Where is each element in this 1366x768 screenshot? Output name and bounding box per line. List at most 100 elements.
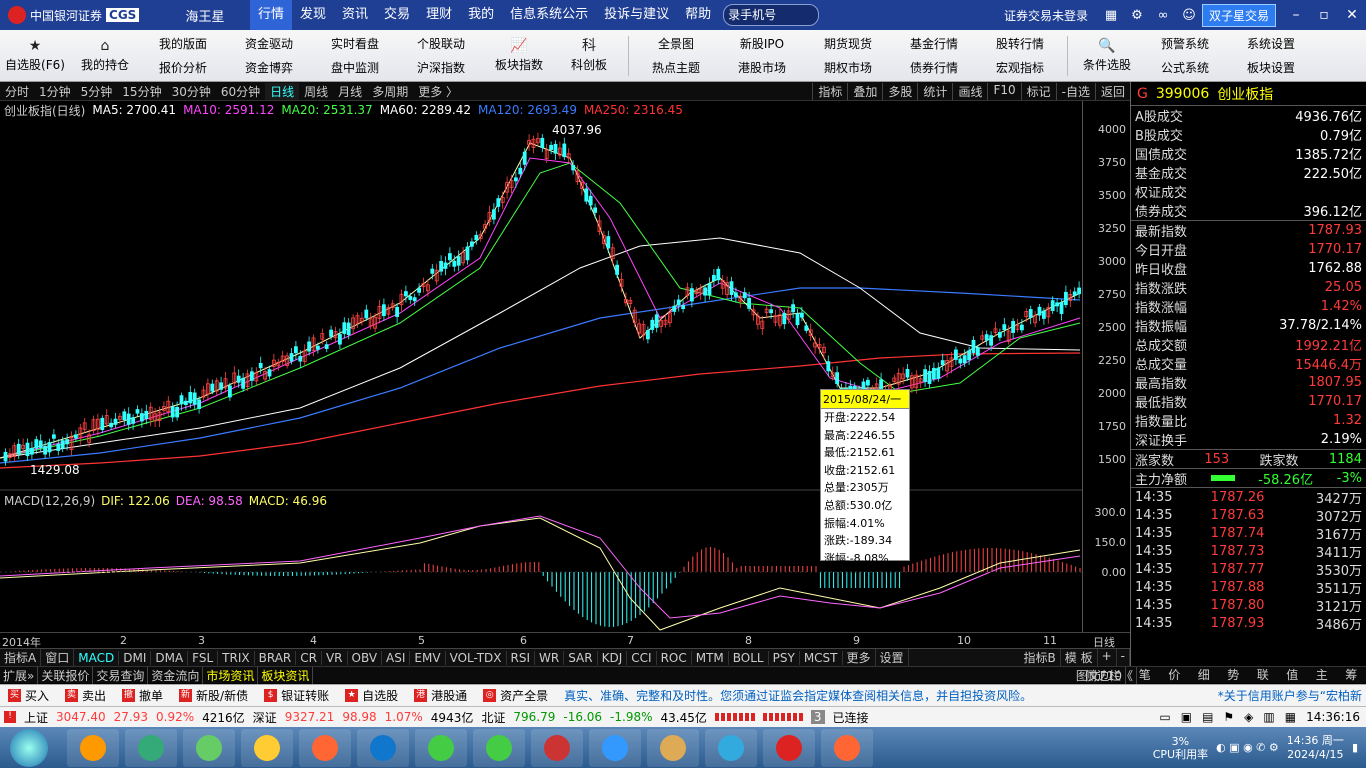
live-watch-link[interactable]: 实时看盘 bbox=[331, 35, 379, 52]
ext-expand[interactable]: 扩展» bbox=[0, 666, 39, 684]
taskbar-app[interactable] bbox=[357, 728, 409, 767]
ext-related-quote[interactable]: 关联报价 bbox=[38, 666, 94, 684]
taskbar-app[interactable] bbox=[531, 728, 583, 767]
gear-icon[interactable]: ⚙ bbox=[1124, 8, 1150, 23]
indicator-tab[interactable]: MCST bbox=[800, 650, 843, 665]
ipo-link[interactable]: 新股IPO bbox=[740, 35, 784, 52]
tool-back[interactable]: 返回 bbox=[1094, 82, 1130, 100]
flag-icon[interactable]: ⚑ bbox=[1223, 710, 1234, 724]
indicator-tab[interactable]: BRAR bbox=[255, 650, 297, 665]
indicator-tab[interactable]: RSI bbox=[507, 650, 536, 665]
start-icon[interactable] bbox=[10, 728, 48, 767]
system-settings-link[interactable]: 系统设置 bbox=[1247, 35, 1295, 52]
tool-overlay[interactable]: 叠加 bbox=[847, 82, 882, 100]
taskbar-app[interactable] bbox=[241, 728, 293, 767]
maximize-icon[interactable]: ▫ bbox=[1310, 7, 1338, 23]
detail-tab[interactable]: 价 bbox=[1168, 666, 1180, 683]
period-multi[interactable]: 多周期 bbox=[367, 83, 413, 100]
capital-drive-link[interactable]: 资金驱动 bbox=[245, 35, 293, 52]
detail-tab[interactable]: 联 bbox=[1257, 666, 1269, 683]
buy-button[interactable]: 买买入 bbox=[0, 687, 57, 704]
taskbar-app[interactable] bbox=[473, 728, 525, 767]
indicator-tab[interactable]: CR bbox=[296, 650, 322, 665]
indicator-tab[interactable]: EMV bbox=[410, 650, 446, 665]
hk-market-link[interactable]: 港股市场 bbox=[738, 59, 786, 76]
minimize-icon[interactable]: – bbox=[1282, 7, 1310, 23]
quote-analysis-link[interactable]: 报价分析 bbox=[159, 59, 207, 76]
taskbar-app[interactable] bbox=[183, 728, 235, 767]
indicator-tab[interactable]: 指标A bbox=[0, 649, 42, 666]
sector-settings-link[interactable]: 板块设置 bbox=[1247, 59, 1295, 76]
ext-sector-news[interactable]: 板块资讯 bbox=[258, 666, 314, 684]
menu-info-disclosure[interactable]: 信息系统公示 bbox=[502, 0, 596, 30]
menu-trade[interactable]: 交易 bbox=[376, 0, 418, 30]
hot-topic-link[interactable]: 热点主题 bbox=[652, 59, 700, 76]
period-daily[interactable]: 日线 bbox=[265, 82, 300, 100]
taskbar-app[interactable] bbox=[647, 728, 699, 767]
tool-indicator[interactable]: 指标 bbox=[812, 82, 847, 100]
period-intraday[interactable]: 分时 bbox=[0, 83, 34, 100]
taskbar-app[interactable] bbox=[705, 728, 757, 767]
tool-remove-watch[interactable]: -自选 bbox=[1055, 82, 1095, 100]
period-1min[interactable]: 1分钟 bbox=[34, 83, 76, 100]
indicator-tab[interactable]: BOLL bbox=[729, 650, 769, 665]
ext-capital-flow[interactable]: 资金流向 bbox=[148, 666, 204, 684]
indicator-tab[interactable]: OBV bbox=[348, 650, 383, 665]
menu-news[interactable]: 资讯 bbox=[334, 0, 376, 30]
taskbar-app[interactable] bbox=[821, 728, 873, 767]
close-icon[interactable]: ✕ bbox=[1338, 7, 1366, 23]
period-5min[interactable]: 5分钟 bbox=[76, 83, 118, 100]
keyboard-icon[interactable]: ▭ bbox=[1159, 710, 1170, 724]
indicator-right-tab[interactable]: - bbox=[1117, 649, 1130, 666]
indicator-tab[interactable]: MTM bbox=[692, 650, 729, 665]
credit-notice[interactable]: *关于信用账户参与“宏柏新 bbox=[1218, 687, 1366, 704]
menu-quote[interactable]: 行情 bbox=[250, 0, 293, 30]
indicator-tab[interactable]: ROC bbox=[657, 650, 692, 665]
taskbar-app[interactable] bbox=[589, 728, 641, 767]
indicator-tab[interactable]: WR bbox=[535, 650, 565, 665]
chat-icon[interactable]: ☺ bbox=[1176, 8, 1202, 23]
cancel-order-button[interactable]: 撤撤单 bbox=[114, 687, 171, 704]
my-layout-link[interactable]: 我的版面 bbox=[159, 35, 207, 52]
futures-link[interactable]: 期货现货 bbox=[824, 35, 872, 52]
kline-chart[interactable]: 4037.96 1429.08 bbox=[0, 118, 1082, 632]
lock-icon[interactable]: ▣ bbox=[1181, 710, 1192, 724]
menu-discover[interactable]: 发现 bbox=[292, 0, 334, 30]
formula-system-link[interactable]: 公式系统 bbox=[1161, 59, 1209, 76]
indicator-tab[interactable]: VR bbox=[322, 650, 348, 665]
watchlist-button[interactable]: ★ 自选股(F6) bbox=[0, 32, 70, 80]
indicator-right-tab[interactable]: + bbox=[1098, 649, 1117, 666]
indicator-right-tab[interactable]: 指标B bbox=[1020, 649, 1061, 666]
detail-tab[interactable]: 细 bbox=[1198, 666, 1210, 683]
holdings-button[interactable]: ⌂ 我的持仓 bbox=[70, 32, 140, 80]
macro-link[interactable]: 宏观指标 bbox=[996, 59, 1044, 76]
bank-transfer-button[interactable]: $ 银证转账 bbox=[256, 687, 337, 704]
detail-tab[interactable]: 笔 bbox=[1139, 666, 1151, 683]
indicator-tab[interactable]: MACD bbox=[74, 650, 120, 665]
tray-icons[interactable]: ◐ ▣ ◉ ✆ ⚙ bbox=[1216, 741, 1279, 754]
sh-sz-index-link[interactable]: 沪深指数 bbox=[417, 59, 465, 76]
detail-tab[interactable]: 值 bbox=[1286, 666, 1298, 683]
hk-connect-button[interactable]: 港港股通 bbox=[406, 687, 475, 704]
indicator-tab[interactable]: 设置 bbox=[876, 649, 909, 666]
grid-icon[interactable]: ▦ bbox=[1098, 8, 1124, 23]
options-link[interactable]: 期权市场 bbox=[824, 59, 872, 76]
indicator-tab[interactable]: TRIX bbox=[218, 650, 255, 665]
period-weekly[interactable]: 周线 bbox=[299, 83, 333, 100]
tool-mark[interactable]: 标记 bbox=[1020, 82, 1056, 100]
period-more[interactable]: 更多 〉 bbox=[413, 83, 463, 100]
detail-tab[interactable]: 筹 bbox=[1345, 666, 1357, 683]
capital-game-link[interactable]: 资金博弈 bbox=[245, 59, 293, 76]
alert-system-link[interactable]: 预警系统 bbox=[1161, 35, 1209, 52]
indicator-tab[interactable]: CCI bbox=[627, 650, 657, 665]
ipo-subscribe-button[interactable]: 新新股/新债 bbox=[171, 687, 256, 704]
period-15min[interactable]: 15分钟 bbox=[117, 83, 166, 100]
indicator-tab[interactable]: DMI bbox=[119, 650, 152, 665]
stock-link-link[interactable]: 个股联动 bbox=[417, 35, 465, 52]
indicator-tab[interactable]: DMA bbox=[151, 650, 189, 665]
taskbar-app[interactable] bbox=[125, 728, 177, 767]
bond-quote-link[interactable]: 债券行情 bbox=[910, 59, 958, 76]
taskbar-app[interactable] bbox=[67, 728, 119, 767]
sell-button[interactable]: 卖卖出 bbox=[57, 687, 114, 704]
taskbar-app[interactable] bbox=[763, 728, 815, 767]
